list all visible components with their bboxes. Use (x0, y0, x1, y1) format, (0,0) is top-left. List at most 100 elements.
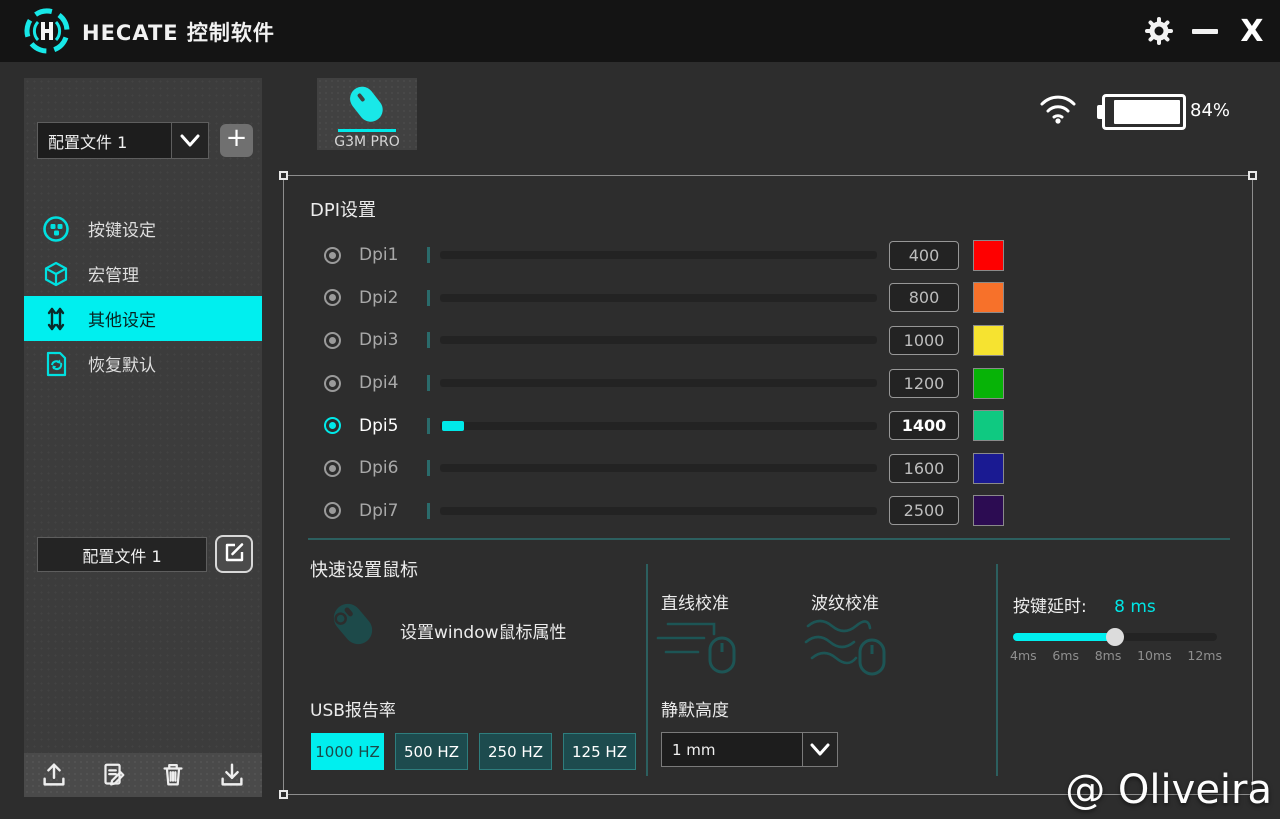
usb-rate-500hz-button[interactable]: 500 HZ (395, 733, 468, 770)
dpi1-value: 400 (889, 241, 959, 270)
usb-rate-125hz-button[interactable]: 125 HZ (563, 733, 636, 770)
dpi4-value: 1200 (889, 369, 959, 398)
mouse-buttons-icon (42, 215, 70, 243)
dpi5-slider[interactable] (440, 422, 877, 430)
sidebar-item-label: 恢复默认 (88, 351, 156, 376)
dpi3-label: Dpi3 (359, 330, 423, 350)
dpi4-color-swatch[interactable] (973, 368, 1004, 399)
key-delay-ticks: 4ms 6ms 8ms 10ms 12ms (1010, 648, 1222, 663)
minimize-button[interactable] (1182, 0, 1228, 62)
dpi3-color-swatch[interactable] (973, 325, 1004, 356)
sidebar-item-restore-defaults[interactable]: 恢复默认 (24, 341, 262, 386)
windows-mouse-label[interactable]: 设置window鼠标属性 (400, 618, 567, 643)
minimize-icon (1192, 29, 1218, 34)
dpi2-value: 800 (889, 283, 959, 312)
dpi-row-4: Dpi4 1200 (284, 362, 1252, 405)
sidebar-item-label: 按键设定 (88, 216, 156, 241)
panel-handle (279, 790, 288, 799)
profile-dropdown-chevron[interactable] (172, 122, 209, 159)
tick-label: 4ms (1010, 648, 1037, 663)
sidebar-item-other-settings[interactable]: 其他设定 (24, 296, 262, 341)
dpi2-radio[interactable] (324, 289, 341, 306)
add-profile-button[interactable]: + (220, 124, 253, 157)
dpi7-slider[interactable] (440, 507, 877, 515)
dpi7-color-swatch[interactable] (973, 495, 1004, 526)
tick-label: 10ms (1137, 648, 1172, 663)
dpi5-value: 1400 (889, 411, 959, 440)
battery-nub (1097, 105, 1103, 119)
quick-section-title: 快速设置鼠标 (310, 556, 418, 582)
dpi6-color-swatch[interactable] (973, 453, 1004, 484)
section-divider (308, 538, 1230, 540)
dpi2-label: Dpi2 (359, 288, 423, 308)
tick-mark (427, 290, 430, 306)
dpi1-label: Dpi1 (359, 245, 423, 265)
usb-rate-1000hz-button[interactable]: 1000 HZ (311, 733, 384, 770)
delete-profile-icon[interactable] (158, 760, 188, 790)
dpi4-slider[interactable] (440, 379, 877, 387)
sidebar-toolbar (24, 753, 262, 797)
panel-handle (1248, 171, 1257, 180)
download-profile-icon[interactable] (217, 760, 247, 790)
copy-profile-icon[interactable] (98, 760, 128, 790)
dpi5-radio[interactable] (324, 417, 341, 434)
dpi5-slider-handle[interactable] (442, 421, 464, 431)
dpi2-slider[interactable] (440, 294, 877, 302)
mouse-device-icon (342, 82, 392, 128)
dpi2-color-swatch[interactable] (973, 282, 1004, 313)
dpi3-value: 1000 (889, 326, 959, 355)
usb-rate-250hz-button[interactable]: 250 HZ (479, 733, 552, 770)
settings-gear-icon[interactable] (1136, 0, 1182, 62)
silent-height-dropdown[interactable]: 1 mm (661, 732, 803, 767)
dpi1-slider[interactable] (440, 251, 877, 259)
dpi6-radio[interactable] (324, 460, 341, 477)
dpi1-color-swatch[interactable] (973, 240, 1004, 271)
key-delay-slider[interactable] (1013, 633, 1217, 641)
column-divider (996, 564, 998, 776)
ripple-calibration-icon[interactable] (802, 616, 898, 682)
close-button[interactable]: X (1228, 0, 1276, 62)
dpi3-slider[interactable] (440, 336, 877, 344)
dpi6-slider[interactable] (440, 464, 877, 472)
upload-profile-icon[interactable] (39, 760, 69, 790)
line-calibration-icon[interactable] (652, 616, 748, 682)
key-delay-slider-fill (1013, 633, 1115, 641)
tick-mark (427, 503, 430, 519)
panel-handle (279, 171, 288, 180)
wifi-icon (1038, 92, 1078, 128)
battery-icon (1102, 94, 1186, 130)
dpi-row-3: Dpi3 1000 (284, 319, 1252, 362)
sidebar-item-macro-manager[interactable]: 宏管理 (24, 251, 262, 296)
dpi-row-6: Dpi6 1600 (284, 447, 1252, 490)
dpi4-radio[interactable] (324, 375, 341, 392)
device-tab-g3m-pro[interactable]: G3M PRO (317, 78, 417, 150)
column-divider (646, 564, 648, 776)
silent-height-label: 静默高度 (661, 696, 729, 721)
profile-dropdown[interactable]: 配置文件 1 (37, 122, 172, 159)
edit-pencil-icon (223, 541, 245, 567)
dpi7-radio[interactable] (324, 502, 341, 519)
dpi1-radio[interactable] (324, 247, 341, 264)
windows-mouse-icon[interactable] (322, 594, 384, 658)
dpi5-label: Dpi5 (359, 416, 423, 436)
profile-name-box[interactable]: 配置文件 1 (37, 537, 207, 572)
dpi-rows: Dpi1 400 Dpi2 800 Dpi3 1000 (284, 234, 1252, 532)
device-name: G3M PRO (334, 134, 399, 150)
device-tab-underline (338, 129, 396, 132)
dpi3-radio[interactable] (324, 332, 341, 349)
sidebar-item-button-settings[interactable]: 按键设定 (24, 206, 262, 251)
key-delay-value: 8 ms (1114, 597, 1156, 617)
dpi7-label: Dpi7 (359, 501, 423, 521)
tick-mark (427, 460, 430, 476)
dpi5-color-swatch[interactable] (973, 410, 1004, 441)
dpi6-value: 1600 (889, 454, 959, 483)
watermark: @ Oliveira (1065, 767, 1272, 813)
key-delay-slider-knob[interactable] (1106, 628, 1124, 646)
sidebar-item-label: 其他设定 (88, 306, 156, 331)
sidebar-item-label: 宏管理 (88, 261, 139, 286)
edit-profile-button[interactable] (215, 535, 253, 573)
silent-height-chevron[interactable] (803, 732, 838, 767)
dpi6-label: Dpi6 (359, 458, 423, 478)
macro-cube-icon (42, 260, 70, 288)
dpi-row-5: Dpi5 1400 (284, 404, 1252, 447)
